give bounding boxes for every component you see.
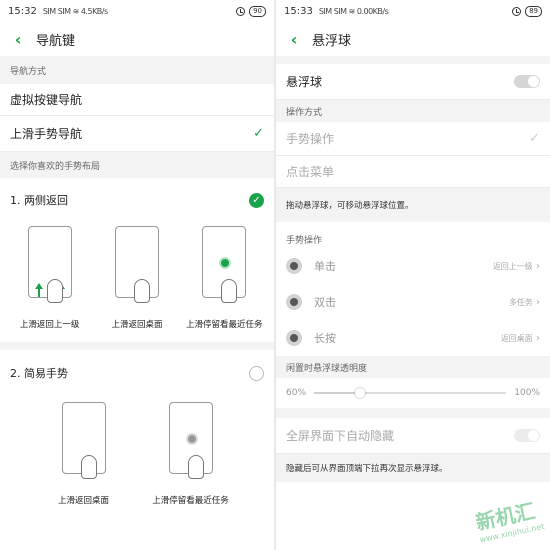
radio-selected-icon[interactable]: ✓ — [249, 192, 264, 208]
opacity-slider-knob[interactable] — [355, 388, 366, 398]
option-swipe-gesture[interactable]: 上滑手势导航 ✓ — [0, 116, 274, 152]
option-virtual-keys[interactable]: 虚拟按键导航 — [0, 84, 274, 116]
fullscreen-hide-toggle[interactable] — [514, 429, 540, 442]
option-label: 虚拟按键导航 — [10, 93, 83, 107]
layout-title: 1. 两侧返回 — [10, 194, 68, 207]
hide-note: 隐藏后可从界面顶端下拉再次显示悬浮球。 — [276, 454, 550, 482]
layout-illustrations: 上滑返回上一级 上滑返回桌面 上滑停留看最近任务 — [0, 226, 274, 330]
option-label: 上滑手势导航 — [10, 127, 83, 141]
illustration-item: 上滑返回桌面 — [94, 226, 180, 330]
phone-illustration — [27, 226, 72, 303]
illustration-label: 上滑返回桌面 — [111, 320, 163, 330]
hand-icon — [46, 279, 63, 303]
divider — [0, 330, 274, 350]
phone-illustration — [168, 402, 213, 479]
opacity-header: 闲置时悬浮球透明度 — [276, 356, 550, 378]
gesture-label: 双击 — [314, 296, 336, 309]
illustration-label: 上滑停留看最近任务 — [152, 496, 229, 506]
left-screen: 15:32 SIM SIM ≋ 4.5KB/s 90 ‹ 导航键 导航方式 虚拟… — [0, 0, 274, 550]
layout-option-2[interactable]: 2. 简易手势 上滑返回桌面 上滑停留看最近任务 — [0, 350, 274, 506]
battery-indicator: 89 — [525, 5, 542, 17]
illustration-label: 上滑返回上一级 — [19, 320, 80, 330]
gesture-long-press[interactable]: 长按 返回桌面 — [276, 320, 550, 356]
hand-icon — [221, 279, 238, 303]
layout-header: 选择你喜欢的手势布局 — [0, 152, 274, 178]
spacer — [276, 56, 550, 64]
gesture-value: 返回上一级 — [493, 261, 540, 272]
layout-option-1[interactable]: 1. 两侧返回 ✓ 上滑返回上一级 上滑返回桌面 上滑停留看最近任务 — [0, 178, 274, 330]
method-gesture[interactable]: 手势操作 ✓ — [276, 122, 550, 156]
fullscreen-hide-row[interactable]: 全屏界面下自动隐藏 — [276, 418, 550, 454]
gesture-value: 多任务 — [509, 297, 540, 308]
layout-illustrations: 上滑返回桌面 上滑停留看最近任务 — [0, 402, 274, 506]
status-bar: 15:32 SIM SIM ≋ 4.5KB/s 90 — [0, 0, 274, 22]
layout-title-row: 1. 两侧返回 ✓ — [0, 178, 274, 222]
fullscreen-label: 全屏界面下自动隐藏 — [286, 429, 395, 443]
signal-indicator: SIM SIM ≋ 4.5KB/s — [42, 6, 108, 16]
opacity-slider-row: 60% 100% — [276, 378, 550, 408]
swipe-arrow-icon — [34, 283, 43, 297]
floating-ball-icon — [286, 258, 302, 274]
phone-illustration — [61, 402, 106, 479]
phone-illustration — [202, 226, 247, 303]
layout-title-row: 2. 简易手势 — [0, 350, 274, 396]
checkmark-icon: ✓ — [529, 131, 540, 146]
hand-icon — [133, 279, 150, 303]
floating-ball-toggle[interactable] — [514, 75, 540, 88]
status-time: 15:33 — [284, 5, 313, 17]
checkmark-icon: ✓ — [253, 126, 264, 141]
method-menu[interactable]: 点击菜单 — [276, 156, 550, 188]
opacity-min-label: 60% — [286, 388, 307, 398]
status-bar: 15:33 SIM SIM ≋ 0.00KB/s 89 — [276, 0, 550, 22]
layout-title: 2. 简易手势 — [10, 367, 68, 380]
back-arrow-icon[interactable]: ‹ — [286, 29, 302, 49]
illustration-label: 上滑停留看最近任务 — [186, 320, 263, 330]
method-header: 操作方式 — [276, 100, 550, 122]
gesture-value: 返回桌面 — [501, 333, 540, 344]
alarm-icon — [236, 6, 246, 16]
spacer — [276, 408, 550, 418]
floating-ball-icon — [286, 330, 302, 346]
opacity-slider-fill — [314, 392, 361, 394]
illustration-item: 上滑返回上一级 — [7, 226, 93, 330]
illustration-item: 上滑返回桌面 — [41, 402, 127, 506]
gesture-label: 单击 — [314, 260, 336, 273]
illustration-item: 上滑停留看最近任务 — [148, 402, 234, 506]
title-bar: ‹ 悬浮球 — [276, 22, 550, 56]
method-label: 手势操作 — [286, 132, 335, 146]
phone-illustration — [114, 226, 159, 303]
back-arrow-icon[interactable]: ‹ — [10, 29, 26, 49]
status-time: 15:32 — [8, 5, 37, 17]
gesture-label: 长按 — [314, 332, 336, 345]
gesture-single-tap[interactable]: 单击 返回上一级 — [276, 248, 550, 284]
floating-ball-toggle-row[interactable]: 悬浮球 — [276, 64, 550, 100]
hold-dot-icon — [187, 435, 196, 443]
opacity-slider[interactable] — [314, 388, 507, 398]
page-title: 导航键 — [36, 33, 76, 49]
right-screen: 15:33 SIM SIM ≋ 0.00KB/s 89 ‹ 悬浮球 悬浮球 操作… — [276, 0, 550, 550]
gesture-double-tap[interactable]: 双击 多任务 — [276, 284, 550, 320]
gesture-header: 手势操作 — [276, 230, 550, 248]
toggle-label: 悬浮球 — [286, 75, 323, 89]
radio-unselected-icon[interactable] — [249, 365, 264, 381]
drag-note: 拖动悬浮球，可移动悬浮球位置。 — [276, 188, 550, 222]
battery-indicator: 90 — [249, 5, 266, 17]
hand-icon — [187, 455, 204, 479]
title-bar: ‹ 导航键 — [0, 22, 274, 56]
illustration-label: 上滑返回桌面 — [57, 496, 109, 506]
alarm-icon — [512, 6, 522, 16]
floating-ball-icon — [286, 294, 302, 310]
opacity-max-label: 100% — [514, 388, 540, 398]
page-title: 悬浮球 — [312, 33, 352, 49]
watermark: 新机汇 www.xinjihui.net — [473, 494, 546, 545]
signal-indicator: SIM SIM ≋ 0.00KB/s — [318, 6, 389, 16]
hold-dot-icon — [221, 259, 230, 267]
illustration-item: 上滑停留看最近任务 — [181, 226, 267, 330]
nav-method-header: 导航方式 — [0, 56, 274, 84]
method-label: 点击菜单 — [286, 165, 335, 179]
hand-icon — [80, 455, 97, 479]
